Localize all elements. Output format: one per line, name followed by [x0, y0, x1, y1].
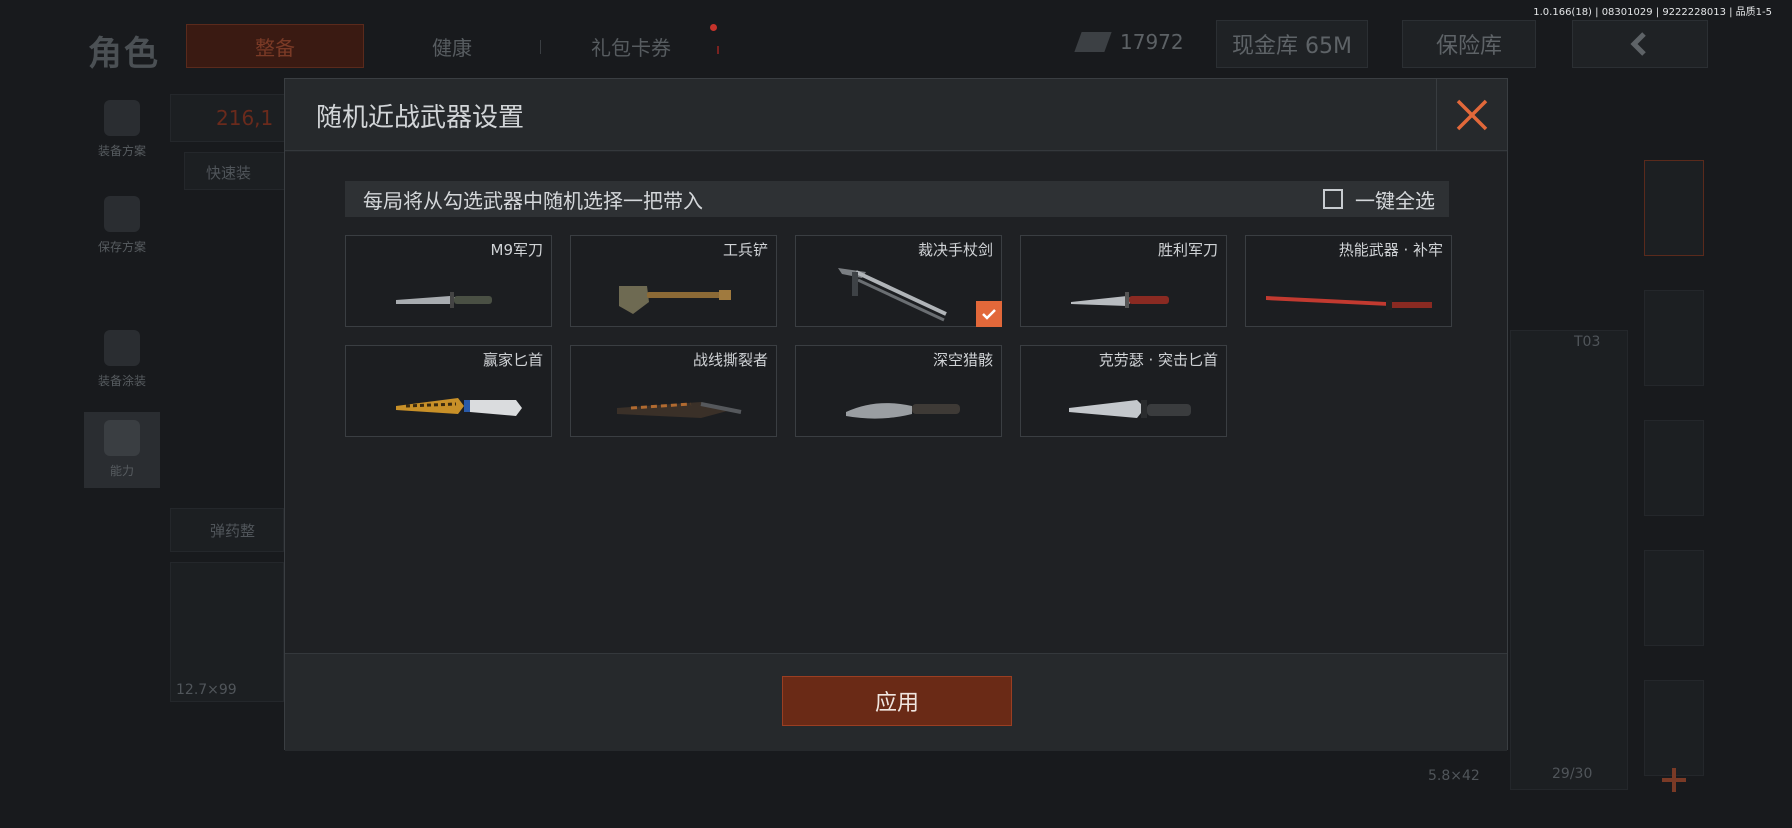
- weapon-name: 深空猎骸: [932, 351, 993, 369]
- rail-item-rifle[interactable]: [1644, 420, 1704, 516]
- weapon-card-winner-dagger[interactable]: 赢家匕首: [345, 345, 552, 437]
- menu-ability[interactable]: 能力: [84, 412, 160, 488]
- version-info: 1.0.166(18) | 08301029 | 9222228013 | 品质…: [1533, 7, 1772, 18]
- weapon-name: M9军刀: [490, 241, 544, 259]
- katana-icon: [1266, 296, 1432, 310]
- slot-label: T03: [1574, 334, 1601, 350]
- gold-dagger-icon: [396, 398, 522, 416]
- helmet-icon: [104, 330, 140, 366]
- curved-blade-icon: [846, 403, 960, 419]
- weapon-card-victory-saber[interactable]: 胜利军刀: [1020, 235, 1227, 327]
- weapon-name: 热能武器 · 补牢: [1338, 241, 1443, 259]
- info-text: 每局将从勾选武器中随机选择一把带入: [363, 188, 703, 213]
- page-title: 角色: [88, 34, 160, 74]
- currency-display: 17972: [1074, 30, 1184, 54]
- tab-equip[interactable]: 整备: [186, 24, 364, 68]
- melee-settings-dialog: 随机近战武器设置 每局将从勾选武器中随机选择一把带入 一键全选 M9军刀 工兵铲: [284, 78, 1508, 751]
- tab-health[interactable]: 健康: [392, 24, 512, 68]
- weapon-name: 克劳瑟 · 突击匕首: [1098, 351, 1218, 369]
- tab-divider: [540, 40, 541, 54]
- cash-icon: [1074, 32, 1112, 52]
- menu-label: 装备涂装: [97, 374, 146, 388]
- vest-icon: [104, 100, 140, 136]
- select-all-toggle[interactable]: 一键全选: [1323, 185, 1435, 214]
- cash-store-button[interactable]: 现金库 65M: [1216, 20, 1368, 68]
- weapon-card-shovel[interactable]: 工兵铲: [570, 235, 777, 327]
- weapon-card-front-ripper[interactable]: 战线撕裂者: [570, 345, 777, 437]
- notification-dot: [710, 24, 717, 31]
- back-button[interactable]: [1572, 20, 1708, 68]
- download-icon: [104, 196, 140, 232]
- shovel-icon: [619, 286, 731, 314]
- bayonet-icon: [396, 292, 492, 308]
- quick-label: 快速装: [206, 164, 252, 182]
- caliber-left: 12.7×99: [176, 682, 237, 698]
- menu-equip-plan[interactable]: 装备方案: [84, 100, 160, 159]
- add-icon[interactable]: [1656, 762, 1692, 798]
- lightning-icon: [104, 420, 140, 456]
- menu-label: 保存方案: [97, 240, 146, 254]
- red-knife-icon: [1071, 292, 1169, 308]
- weapon-name: 战线撕裂者: [692, 351, 768, 369]
- tab-gift-cards[interactable]: 礼包卡券: [566, 24, 696, 68]
- safe-button[interactable]: 保险库: [1402, 20, 1536, 68]
- caliber-right: 5.8×42: [1428, 768, 1480, 784]
- rail-item-active[interactable]: [1644, 160, 1704, 256]
- dialog-header: 随机近战武器设置: [285, 79, 1507, 151]
- weapon-slot[interactable]: [170, 562, 284, 702]
- ammo-count: 29/30: [1552, 766, 1593, 782]
- checked-icon: [976, 301, 1002, 327]
- tab-divider: [717, 46, 719, 54]
- ammo-label: 弹药整: [210, 522, 256, 540]
- cane-sword-icon: [838, 268, 947, 322]
- value-partial: 216,1: [216, 106, 274, 130]
- weapon-name: 裁决手杖剑: [917, 241, 993, 259]
- combat-knife-icon: [1069, 400, 1191, 418]
- currency-value: 17972: [1120, 30, 1184, 54]
- weapon-name: 赢家匕首: [482, 351, 543, 369]
- weapon-card-deep-space[interactable]: 深空猎骸: [795, 345, 1002, 437]
- select-all-checkbox[interactable]: [1323, 189, 1343, 209]
- serrated-blade-icon: [617, 402, 742, 418]
- weapon-card-krauser[interactable]: 克劳瑟 · 突击匕首: [1020, 345, 1227, 437]
- weapon-name: 胜利军刀: [1157, 241, 1218, 259]
- close-icon: [1456, 99, 1488, 131]
- select-all-label: 一键全选: [1355, 188, 1435, 213]
- menu-save-plan[interactable]: 保存方案: [84, 196, 160, 255]
- dialog-title: 随机近战武器设置: [316, 103, 525, 133]
- menu-label: 装备方案: [97, 144, 146, 158]
- close-button[interactable]: [1436, 79, 1507, 151]
- weapon-card-m9[interactable]: M9军刀: [345, 235, 552, 327]
- menu-skins[interactable]: 装备涂装: [84, 330, 160, 389]
- rail-item-helmet[interactable]: [1644, 290, 1704, 386]
- weapon-card-cane-sword[interactable]: 裁决手杖剑: [795, 235, 1002, 327]
- weapon-card-thermal[interactable]: 热能武器 · 补牢: [1245, 235, 1452, 327]
- apply-button[interactable]: 应用: [782, 676, 1012, 726]
- rail-item-magazine[interactable]: [1644, 550, 1704, 646]
- menu-label: 能力: [109, 464, 134, 478]
- back-arrow-icon: [1630, 32, 1646, 56]
- weapon-slot-right[interactable]: [1510, 330, 1628, 790]
- info-bar: 每局将从勾选武器中随机选择一把带入 一键全选: [345, 181, 1449, 217]
- weapon-name: 工兵铲: [722, 241, 768, 259]
